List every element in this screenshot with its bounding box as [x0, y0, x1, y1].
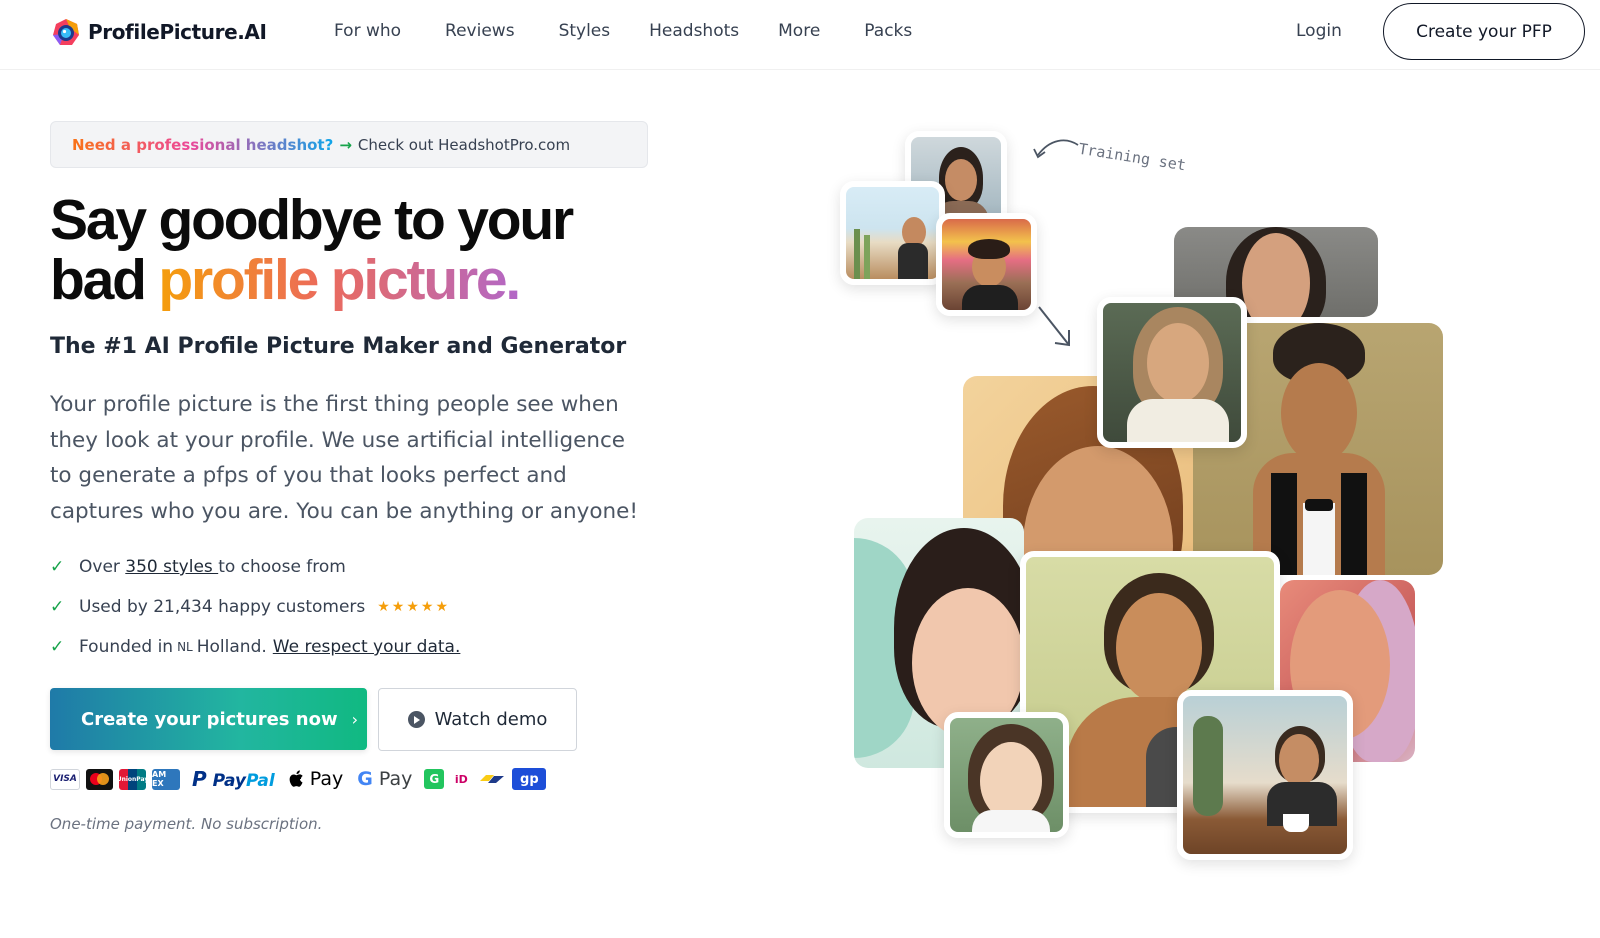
watch-demo-label: Watch demo [434, 709, 548, 730]
star-icon: ★★★★★ [377, 599, 451, 615]
create-pfp-button[interactable]: Create your PFP [1383, 3, 1585, 60]
giropay-icon: gp [512, 768, 547, 790]
feature-styles: ✓ Over 350 styles to choose from [50, 547, 460, 587]
promo-link-text: Check out HeadshotPro.com [357, 135, 571, 154]
nav-for-who[interactable]: For who [334, 21, 401, 41]
nav-packs[interactable]: Packs [864, 21, 912, 41]
generated-portrait [1280, 580, 1415, 762]
feature-text: Used by 21,434 happy customers [79, 597, 366, 617]
training-set-label: Training set [1077, 139, 1188, 175]
googlepay-icon: G Pay [357, 768, 413, 790]
feature-list: ✓ Over 350 styles to choose from ✓ Used … [50, 547, 460, 667]
create-pictures-label: Create your pictures now [81, 708, 338, 730]
generated-portrait [1174, 227, 1378, 317]
training-photo [840, 181, 945, 285]
training-photo [936, 213, 1037, 316]
applepay-icon: Pay [289, 768, 343, 790]
hero-subheading: The #1 AI Profile Picture Maker and Gene… [50, 334, 627, 359]
generated-portrait [854, 518, 1024, 768]
check-icon: ✓ [50, 597, 65, 617]
grabpay-icon: G [424, 769, 445, 789]
unionpay-icon: UnionPay [117, 768, 148, 790]
styles-link[interactable]: 350 styles [125, 557, 218, 577]
check-icon: ✓ [50, 557, 65, 577]
feature-text: Founded in [79, 637, 174, 657]
arrow-right-icon: → [339, 135, 352, 154]
feature-text: to choose from [218, 557, 346, 577]
amex-icon: AM EX [152, 768, 180, 790]
feature-text: Holland. [196, 637, 267, 657]
create-pictures-button[interactable]: Create your pictures now › [50, 688, 367, 750]
headline-line1: Say goodbye to your [50, 188, 574, 252]
generated-portrait [1193, 323, 1443, 575]
nav-more[interactable]: More [778, 21, 820, 41]
training-photo [905, 131, 1007, 233]
headline-line2-plain: bad [50, 248, 159, 312]
generated-portrait [1020, 551, 1280, 813]
play-icon [407, 711, 425, 728]
watch-demo-button[interactable]: Watch demo [378, 688, 577, 751]
nav-reviews[interactable]: Reviews [445, 21, 515, 41]
curved-arrow-icon [1033, 139, 1079, 159]
headline-gradient-text: profile picture. [158, 248, 521, 312]
nav-styles[interactable]: Styles [559, 21, 611, 41]
generated-portrait [944, 712, 1069, 838]
top-navbar: ProfilePicture.AI For who Reviews Styles… [0, 0, 1600, 70]
mastercard-icon [86, 768, 113, 790]
feature-founded: ✓ Founded in NL Holland. We respect your… [50, 627, 460, 667]
privacy-link[interactable]: We respect your data. [273, 637, 461, 657]
chevron-right-icon: › [351, 709, 359, 729]
login-link[interactable]: Login [1296, 21, 1342, 41]
logo-camera-icon [50, 16, 82, 48]
paypal-icon: P PayPal [192, 767, 275, 791]
visa-icon: VISA [50, 768, 80, 790]
nav-headshots[interactable]: Headshots [649, 21, 739, 41]
generated-portrait [1097, 297, 1247, 448]
brand-logo[interactable]: ProfilePicture.AI [50, 16, 267, 48]
hero-description: Your profile picture is the first thing … [50, 392, 639, 524]
generated-portrait [963, 376, 1193, 626]
generated-portrait [1177, 690, 1353, 860]
ideal-icon: iD [454, 772, 468, 786]
hero-headline: Say goodbye to your bad profile picture. [50, 188, 574, 312]
feature-text: Over [79, 557, 126, 577]
payment-fineprint: One-time payment. No subscription. [50, 815, 323, 833]
main-nav: For who Reviews Styles Headshots More Pa… [334, 21, 956, 41]
brand-name: ProfilePicture.AI [88, 20, 267, 44]
check-icon: ✓ [50, 637, 65, 657]
payment-methods: VISA UnionPay AM EX P PayPal Pay G Pay G… [50, 767, 547, 791]
bancontact-icon [478, 769, 506, 790]
feature-customers: ✓ Used by 21,434 happy customers ★★★★★ [50, 587, 460, 627]
nl-flag-icon: NL [177, 640, 193, 654]
down-arrow-icon [1038, 306, 1070, 347]
headshot-promo-banner[interactable]: Need a professional headshot? → Check ou… [50, 121, 648, 168]
promo-strong-text: Need a professional headshot? [72, 135, 334, 154]
